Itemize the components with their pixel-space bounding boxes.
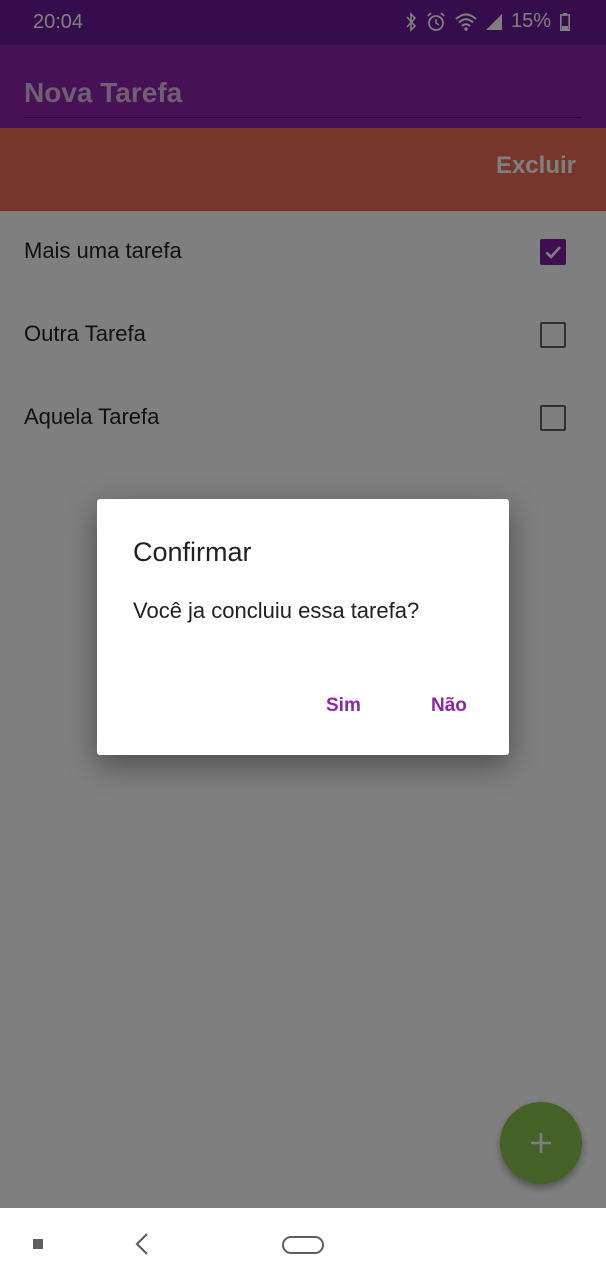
dialog-title: Confirmar [133, 537, 252, 567]
home-icon[interactable] [282, 1236, 324, 1254]
no-button[interactable]: Não [431, 695, 467, 717]
confirm-dialog: Confirmar Você ja concluiu essa tarefa? … [97, 499, 509, 755]
yes-button[interactable]: Sim [326, 695, 361, 717]
dialog-message: Você ja concluiu essa tarefa? [133, 598, 420, 623]
back-icon[interactable] [132, 1232, 152, 1256]
recent-apps-icon[interactable] [33, 1239, 43, 1249]
navigation-bar [0, 1208, 606, 1280]
screen: 20:04 15% [0, 0, 606, 1280]
